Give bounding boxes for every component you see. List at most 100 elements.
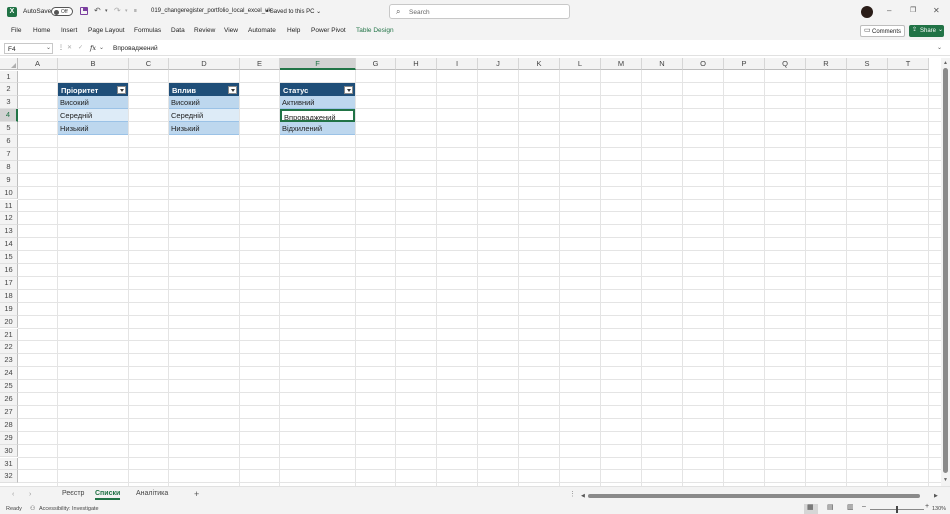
save-icon[interactable] (80, 7, 88, 15)
vertical-scrollbar-thumb[interactable] (943, 68, 948, 473)
row-header-16[interactable]: 16 (0, 264, 18, 277)
column-header-m[interactable]: M (601, 58, 642, 70)
page-layout-view-icon[interactable]: ▤ (827, 503, 834, 511)
save-status[interactable]: • Saved to this PC ⌄ (266, 8, 321, 15)
column-header-s[interactable]: S (847, 58, 888, 70)
tab-help[interactable]: Help (287, 27, 300, 34)
filter-dropdown-icon[interactable] (228, 86, 237, 95)
row-header-12[interactable]: 12 (0, 212, 18, 226)
row-header-27[interactable]: 27 (0, 405, 18, 419)
row-header-18[interactable]: 18 (0, 289, 18, 303)
column-header-d[interactable]: D (169, 58, 240, 70)
tab-page-layout[interactable]: Page Layout (88, 27, 125, 34)
page-break-view-icon[interactable]: ▥ (847, 503, 854, 511)
autosave-toggle[interactable]: Off (51, 7, 73, 16)
enter-icon[interactable]: ✓ (78, 43, 83, 53)
column-header-i[interactable]: I (437, 58, 478, 70)
column-header-c[interactable]: C (129, 58, 169, 70)
row-header-13[interactable]: 13 (0, 225, 18, 239)
table-cell[interactable]: Низький (58, 122, 128, 135)
vertical-scrollbar[interactable]: ▲ ▼ (941, 58, 950, 486)
row-header-26[interactable]: 26 (0, 393, 18, 406)
table-cell[interactable]: Середній (169, 109, 239, 123)
name-box[interactable]: F4 ⌄ (4, 43, 53, 54)
redo-dropdown-icon[interactable]: ▾ (125, 6, 128, 16)
table-cell[interactable]: Середній (58, 109, 128, 123)
cancel-icon[interactable]: ✕ (67, 43, 72, 53)
column-header-n[interactable]: N (642, 58, 683, 70)
insert-function-icon[interactable]: fx (90, 44, 96, 52)
row-header-28[interactable]: 28 (0, 418, 18, 432)
row-header-3[interactable]: 3 (0, 96, 18, 110)
split-handle-icon[interactable]: ⋮ (569, 490, 576, 500)
tab-data[interactable]: Data (171, 27, 185, 34)
row-header-11[interactable]: 11 (0, 199, 18, 213)
row-header-21[interactable]: 21 (0, 328, 18, 342)
row-header-5[interactable]: 5 (0, 122, 18, 135)
scroll-down-icon[interactable]: ▼ (943, 477, 948, 483)
scroll-left-icon[interactable]: ◀ (581, 491, 585, 501)
row-header-23[interactable]: 23 (0, 354, 18, 368)
tab-automate[interactable]: Automate (248, 27, 276, 34)
more-options-icon[interactable]: ⋮ (58, 43, 64, 53)
table-cell[interactable]: Високий (169, 96, 239, 110)
row-header-9[interactable]: 9 (0, 173, 18, 187)
zoom-out-icon[interactable]: – (862, 503, 866, 510)
row-header-24[interactable]: 24 (0, 367, 18, 381)
table-cell[interactable]: Високий (58, 96, 128, 110)
row-header-22[interactable]: 22 (0, 341, 18, 355)
redo-icon[interactable]: ↷ (114, 6, 121, 16)
horizontal-scrollbar[interactable] (588, 494, 920, 498)
column-header-o[interactable]: O (683, 58, 724, 70)
row-header-31[interactable]: 31 (0, 457, 18, 471)
table-cell[interactable]: Низький (169, 122, 239, 135)
column-header-b[interactable]: B (58, 58, 129, 70)
tab-table-design[interactable]: Table Design (356, 27, 394, 34)
table-cell[interactable]: Активний (280, 96, 355, 110)
search-box[interactable]: ⌕ Search (389, 4, 570, 19)
zoom-slider-thumb[interactable] (896, 505, 898, 513)
tab-power-pivot[interactable]: Power Pivot (311, 27, 346, 34)
zoom-level[interactable]: 130% (932, 506, 946, 512)
next-sheet-icon[interactable]: › (29, 490, 31, 500)
row-header-6[interactable]: 6 (0, 135, 18, 148)
minimize-icon[interactable]: – (887, 6, 891, 16)
tab-formulas[interactable]: Formulas (134, 27, 161, 34)
row-header-14[interactable]: 14 (0, 238, 18, 252)
column-header-f[interactable]: F (280, 58, 356, 70)
scroll-right-icon[interactable]: ▶ (934, 491, 938, 501)
table-header-priority[interactable]: Пріоритет (58, 83, 128, 97)
column-header-j[interactable]: J (478, 58, 519, 70)
row-header-10[interactable]: 10 (0, 186, 18, 200)
avatar[interactable] (861, 6, 873, 18)
comments-button[interactable]: ▭ Comments (860, 25, 905, 37)
table-cell[interactable]: Відхилений (280, 122, 355, 135)
column-header-e[interactable]: E (240, 58, 280, 70)
column-header-k[interactable]: K (519, 58, 560, 70)
row-header-30[interactable]: 30 (0, 444, 18, 458)
sheet-tab-lists[interactable]: Списки (95, 490, 121, 500)
row-header-20[interactable]: 20 (0, 315, 18, 329)
column-header-a[interactable]: A (18, 58, 58, 70)
prev-sheet-icon[interactable]: ‹ (12, 490, 14, 500)
row-header-7[interactable]: 7 (0, 147, 18, 161)
tab-home[interactable]: Home (33, 27, 50, 34)
row-header-1[interactable]: 1 (0, 70, 18, 84)
row-header-15[interactable]: 15 (0, 251, 18, 264)
add-sheet-icon[interactable]: + (194, 489, 199, 499)
sheet-tab-analytics[interactable]: Аналітика (136, 490, 168, 497)
close-icon[interactable]: ✕ (933, 6, 940, 16)
tab-review[interactable]: Review (194, 27, 215, 34)
scroll-up-icon[interactable]: ▲ (943, 60, 948, 66)
filter-dropdown-icon[interactable] (344, 86, 353, 95)
zoom-in-icon[interactable]: + (925, 503, 929, 510)
tab-insert[interactable]: Insert (61, 27, 77, 34)
expand-formula-bar-icon[interactable]: ⌄ (937, 43, 942, 53)
zoom-slider[interactable] (870, 505, 924, 513)
row-header-17[interactable]: 17 (0, 276, 18, 290)
worksheet-grid[interactable]: ABCDEFGHIJKLMNOPQRST 1 2 3 4 5 6 7 8 9 10 11 12 13 14… (0, 58, 950, 486)
select-all-corner[interactable] (0, 58, 18, 70)
row-header-25[interactable]: 25 (0, 380, 18, 393)
share-button[interactable]: ⇪ Share ⌄ (909, 25, 944, 37)
restore-icon[interactable]: ❐ (910, 6, 916, 16)
